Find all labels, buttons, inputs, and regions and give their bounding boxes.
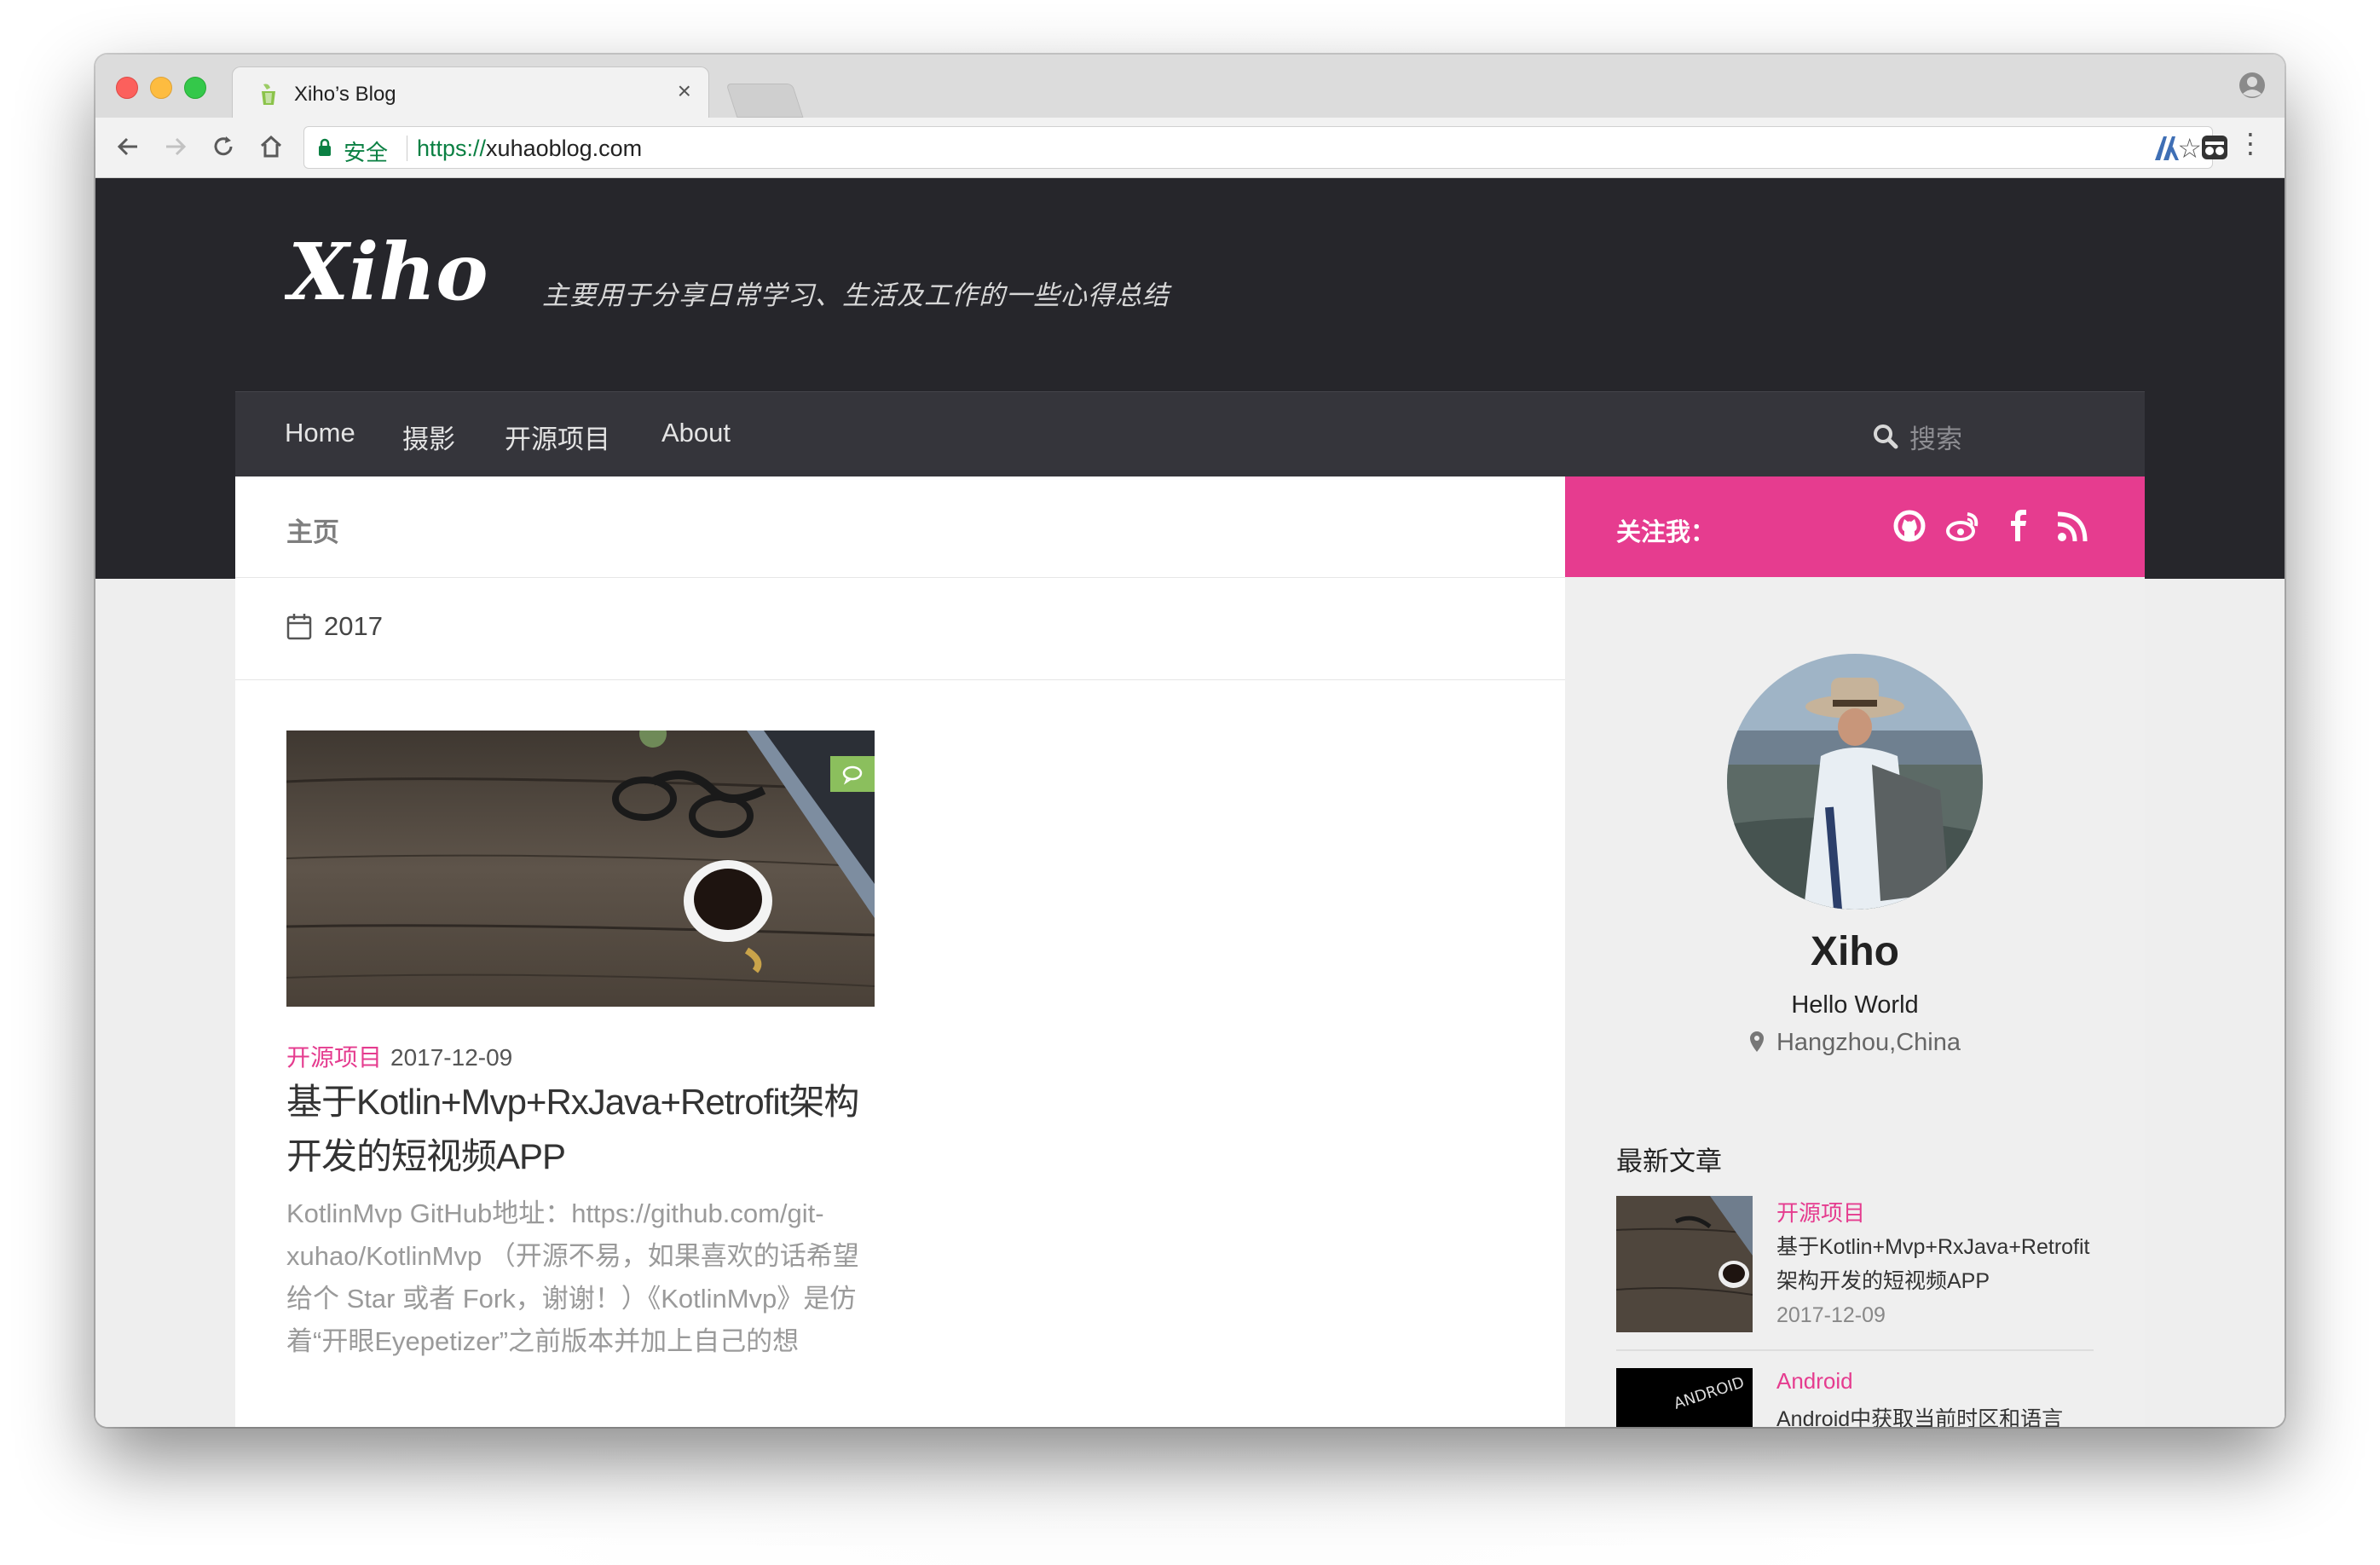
- calendar-icon: [286, 614, 312, 640]
- favicon-icon: [262, 84, 275, 105]
- browser-menu-icon[interactable]: ⋮: [2237, 130, 2264, 157]
- post-meta: 开源项目 2017-12-09: [286, 1039, 512, 1073]
- forward-icon[interactable]: [159, 130, 193, 164]
- breadcrumb-home[interactable]: 主页: [286, 511, 339, 549]
- latest-post-title[interactable]: Android中获取当前时区和语言: [1776, 1402, 2100, 1427]
- lock-icon: [319, 138, 331, 156]
- avatar[interactable]: [1727, 654, 1983, 910]
- url-text[interactable]: https://xuhaoblog.com: [417, 136, 642, 162]
- post-category[interactable]: 开源项目: [286, 1044, 382, 1071]
- rss-icon[interactable]: [2054, 507, 2092, 545]
- latest-post-date: 2017-12-09: [1776, 1303, 1886, 1327]
- latest-posts-heading: 最新文章: [1616, 1146, 1722, 1176]
- minimize-window-button[interactable]: [150, 77, 172, 99]
- follow-label: 关注我：: [1616, 519, 1716, 546]
- latest-post-category[interactable]: Android: [1776, 1368, 1853, 1395]
- search-input[interactable]: 搜索: [1909, 418, 1962, 456]
- facebook-icon[interactable]: [2000, 507, 2037, 545]
- post-excerpt: KotlinMvp GitHub地址：https://github.com/gi…: [286, 1198, 859, 1356]
- address-bar[interactable]: 安全 https://xuhaoblog.com ☆: [303, 126, 2213, 169]
- latest-post-category[interactable]: 开源项目: [1776, 1196, 1865, 1227]
- url-host: xuhaoblog.com: [486, 136, 643, 161]
- nav-item-home[interactable]: Home: [285, 418, 355, 448]
- breadcrumb: 主页: [235, 476, 1565, 578]
- screenshot-background: Xiho’s Blog × 安全 https://xuhaoblog.com ☆…: [0, 0, 2380, 1565]
- weibo-icon[interactable]: [1944, 507, 1981, 545]
- github-icon[interactable]: [1891, 507, 1928, 545]
- profile-location: Hangzhou,China: [1565, 1029, 2145, 1057]
- url-scheme: https://: [417, 136, 487, 161]
- svg-text:Xiho: Xiho: [285, 228, 488, 318]
- site-logo[interactable]: Xiho: [285, 228, 513, 320]
- nav-item-about[interactable]: About: [661, 418, 731, 448]
- archive-year: 2017: [324, 611, 383, 641]
- profile-bio: Hello World: [1791, 991, 1919, 1019]
- extension-incognito-icon[interactable]: [2201, 135, 2228, 160]
- profile-location-text: Hangzhou,China: [1776, 1029, 1961, 1056]
- home-icon[interactable]: [254, 130, 288, 164]
- tab-title: Xiho’s Blog: [294, 83, 396, 106]
- extension-logo-icon[interactable]: [2152, 133, 2182, 164]
- main-navigation: Home 摄影 开源项目 About 搜索: [235, 391, 2145, 477]
- site-tagline: 主要用于分享日常学习、生活及工作的一些心得总结: [542, 280, 1170, 310]
- maximize-window-button[interactable]: [184, 77, 206, 99]
- reload-icon[interactable]: [206, 130, 240, 164]
- profile-icon[interactable]: [2238, 72, 2266, 99]
- comment-badge[interactable]: [830, 756, 875, 792]
- nav-item-open-source[interactable]: 开源项目: [505, 418, 610, 456]
- browser-tab-active[interactable]: Xiho’s Blog ×: [232, 66, 709, 119]
- browser-toolbar: 安全 https://xuhaoblog.com ☆ ⋮: [95, 118, 2285, 178]
- location-pin-icon: [1749, 1031, 1764, 1052]
- back-icon[interactable]: [111, 130, 145, 164]
- post-thumbnail[interactable]: [286, 731, 875, 1007]
- main-content: 主页 2017 开源项目 2017-12-09 基于Kotlin+Mvp+RxJ…: [235, 476, 1565, 1427]
- latest-post-title[interactable]: 基于Kotlin+Mvp+RxJava+Retrofit架构开发的短视频APP: [1776, 1230, 2100, 1298]
- divider: [1616, 1349, 2094, 1351]
- new-tab-button[interactable]: [725, 84, 804, 118]
- latest-post-thumbnail[interactable]: [1616, 1196, 1753, 1332]
- close-window-button[interactable]: [116, 77, 138, 99]
- latest-post-thumbnail[interactable]: ANDROID: [1616, 1368, 1753, 1427]
- secure-label: 安全: [344, 140, 389, 165]
- tab-strip: Xiho’s Blog ×: [95, 55, 2285, 119]
- comment-icon: [842, 765, 863, 785]
- browser-window: Xiho’s Blog × 安全 https://xuhaoblog.com ☆…: [95, 55, 2285, 1427]
- post-date: 2017-12-09: [390, 1044, 513, 1071]
- search-icon[interactable]: [1872, 423, 1899, 450]
- profile-name: Xiho: [1811, 929, 1899, 974]
- post-title[interactable]: 基于Kotlin+Mvp+RxJava+Retrofit架构开发的短视频APP: [286, 1075, 883, 1184]
- webpage: Xiho 主要用于分享日常学习、生活及工作的一些心得总结 Home 摄影 开源项…: [95, 178, 2285, 1427]
- nav-item-photography[interactable]: 摄影: [402, 418, 455, 456]
- tab-close-icon[interactable]: ×: [678, 79, 691, 103]
- follow-bar: 关注我：: [1565, 476, 2145, 577]
- archive-year-header: 2017: [235, 577, 1565, 680]
- sidebar: Xiho Hello World Hangzhou,China 最新文章 开源项…: [1565, 577, 2145, 1427]
